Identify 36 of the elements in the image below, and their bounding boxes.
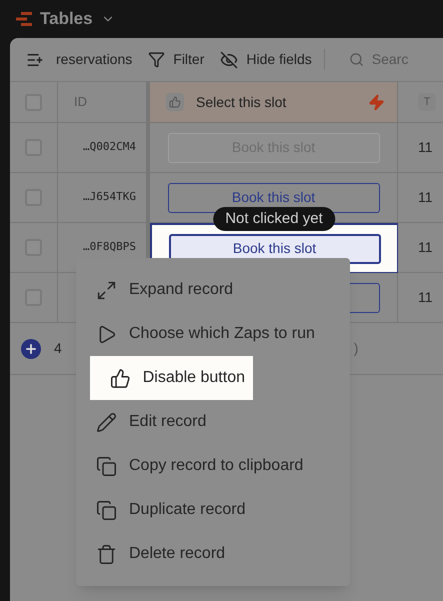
column-header[interactable]: Select this slot	[150, 82, 398, 123]
copy-icon	[96, 456, 117, 476]
menu-item[interactable]: Copy record to clipboard	[76, 444, 350, 488]
table-menu-button[interactable]: reservations	[10, 49, 140, 70]
app-title: Tables	[40, 8, 93, 30]
record-count: 4	[54, 339, 62, 358]
logo-icon	[16, 12, 32, 26]
lightning-icon	[368, 94, 385, 110]
column-title: Select this slot	[196, 92, 288, 112]
filter-icon	[148, 51, 166, 68]
id-cell-text: …0F8QBPS	[83, 239, 136, 256]
hide-fields-button[interactable]: Hide fields	[212, 49, 325, 70]
eye-off-icon	[220, 50, 238, 68]
date-cell-text: 11	[418, 138, 433, 157]
add-record-button[interactable]	[21, 338, 41, 358]
id-cell-text: …Q002CM4	[83, 139, 136, 156]
id-cell-text: …J654TKG	[83, 189, 136, 206]
menu-item[interactable]: Choose which Zaps to run	[76, 312, 350, 356]
filter-button[interactable]: Filter	[140, 49, 212, 70]
copy-icon	[96, 500, 117, 520]
menu-item[interactable]: Duplicate record	[76, 488, 350, 532]
pencil-icon	[96, 412, 117, 432]
expand-icon	[96, 280, 117, 300]
tooltip: Not clicked yet	[213, 207, 335, 231]
date-cell-text: 11	[418, 188, 433, 207]
menu-item[interactable]: Delete record	[76, 532, 350, 576]
footer-text: )	[354, 339, 358, 358]
thumbs-up-icon	[110, 368, 131, 388]
plus-icon	[24, 342, 38, 356]
thumbs-up-icon	[166, 93, 184, 111]
trash-icon	[96, 544, 117, 564]
date-cell-text: 11	[418, 238, 433, 257]
menu-item[interactable]: Edit record	[76, 400, 350, 444]
date-cell-text: 11	[418, 288, 433, 307]
menu-item[interactable]: Disable button	[90, 356, 253, 400]
search-icon	[348, 52, 364, 67]
